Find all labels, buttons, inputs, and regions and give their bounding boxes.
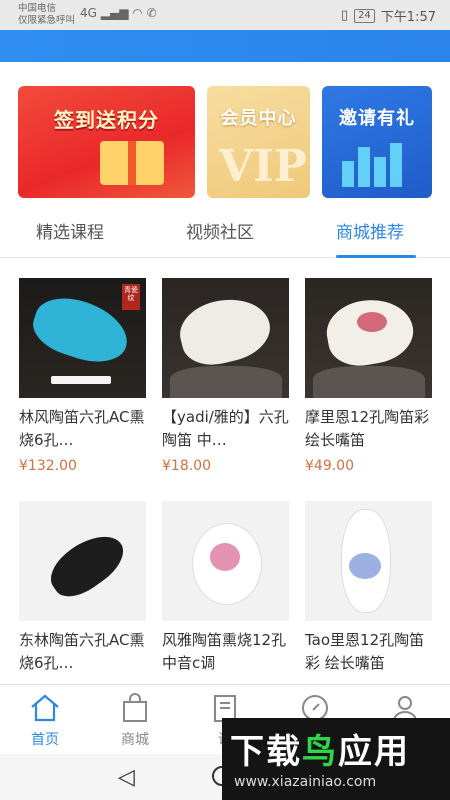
product-name: 【yadi/雅的】六孔 陶笛 中… bbox=[162, 408, 289, 449]
product-card[interactable]: 风雅陶笛熏烧12孔 中音c调 bbox=[162, 501, 289, 675]
product-image bbox=[305, 278, 432, 398]
product-card[interactable]: 东林陶笛六孔AC熏 烧6孔… bbox=[19, 501, 146, 675]
status-right: ▯ 24 下午1:57 bbox=[341, 6, 436, 25]
nav-mall[interactable]: 商城 bbox=[100, 691, 170, 749]
clock: 下午1:57 bbox=[380, 10, 436, 25]
product-name: 风雅陶笛熏烧12孔 中音c调 bbox=[162, 631, 287, 672]
product-name: 林风陶笛六孔AC熏 烧6孔… bbox=[19, 408, 145, 449]
product-image bbox=[162, 501, 289, 621]
banner-member-label: 会员中心 bbox=[220, 108, 297, 129]
home-icon bbox=[28, 691, 62, 725]
product-price: ¥132.00 bbox=[19, 458, 77, 474]
banner-checkin-label: 签到送积分 bbox=[54, 108, 159, 132]
product-name: 摩里恩12孔陶笛彩 绘长嘴笛 bbox=[305, 408, 430, 449]
shopping-bag-icon bbox=[118, 691, 152, 725]
status-bar: 中国电信 仅限紧急呼叫 4G ▂▄▆ ◠ ✆ ▯ 24 下午1:57 bbox=[0, 0, 450, 30]
watermark-logo: 下载鸟应用 www.xiazainiao.com bbox=[222, 718, 450, 800]
back-icon[interactable]: ◁ bbox=[118, 765, 135, 790]
product-name: Tao里恩12孔陶笛彩 绘长嘴笛 bbox=[305, 631, 425, 672]
product-image bbox=[19, 501, 146, 621]
watermark-url: www.xiazainiao.com bbox=[234, 774, 377, 790]
product-image bbox=[162, 278, 289, 398]
tab-video-community[interactable]: 视频社区 bbox=[186, 218, 254, 243]
emergency-text: 仅限紧急呼叫 bbox=[18, 15, 76, 26]
signal-icon: ▂▄▆ bbox=[100, 6, 129, 20]
carrier-info: 中国电信 仅限紧急呼叫 bbox=[18, 3, 75, 27]
battery-icon: 24 bbox=[354, 8, 375, 23]
watermark-title: 下载鸟应用 bbox=[230, 724, 410, 773]
vibrate-icon: ▯ bbox=[340, 8, 349, 23]
product-card[interactable]: 摩里恩12孔陶笛彩 绘长嘴笛 ¥49.00 bbox=[305, 278, 432, 474]
tab-mall-recommend[interactable]: 商城推荐 bbox=[336, 218, 404, 243]
product-card[interactable]: 青瓷纹 林风陶笛六孔AC熏 烧6孔… ¥132.00 bbox=[19, 278, 146, 474]
banner-invite[interactable]: 邀请有礼 bbox=[322, 86, 432, 198]
product-name: 东林陶笛六孔AC熏 烧6孔… bbox=[19, 631, 145, 672]
banner-checkin[interactable]: 签到送积分 bbox=[18, 86, 195, 198]
product-image bbox=[305, 501, 432, 621]
network-type: 4G bbox=[80, 6, 97, 20]
phone-icon: ✆ bbox=[146, 6, 157, 20]
banner-member-center[interactable]: 会员中心 VIP bbox=[207, 86, 310, 198]
active-tab-indicator bbox=[336, 255, 416, 258]
city-illustration-icon bbox=[342, 141, 414, 187]
category-tabs: 精选课程 视频社区 商城推荐 bbox=[0, 210, 450, 258]
nav-mall-label: 商城 bbox=[121, 732, 149, 748]
carrier-name: 中国电信 bbox=[18, 3, 57, 14]
watermark-title-a: 下载 bbox=[230, 732, 302, 772]
gift-box-icon bbox=[100, 141, 164, 185]
product-price: ¥18.00 bbox=[162, 458, 211, 474]
vip-badge: VIP bbox=[219, 141, 307, 192]
product-card[interactable]: Tao里恩12孔陶笛彩 绘长嘴笛 bbox=[305, 501, 432, 675]
signal-icons: 4G ▂▄▆ ◠ ✆ bbox=[80, 6, 157, 20]
banner-row: 签到送积分 会员中心 VIP 邀请有礼 bbox=[18, 86, 432, 198]
nav-home[interactable]: 首页 bbox=[10, 691, 80, 749]
nav-home-label: 首页 bbox=[31, 732, 59, 748]
product-image: 青瓷纹 bbox=[19, 278, 146, 398]
watermark-title-b: 鸟 bbox=[302, 732, 338, 772]
product-tag: 青瓷纹 bbox=[122, 284, 140, 310]
product-price: ¥49.00 bbox=[305, 458, 354, 474]
app-header bbox=[0, 30, 450, 62]
banner-invite-label: 邀请有礼 bbox=[339, 108, 415, 129]
watermark-title-c: 应用 bbox=[338, 732, 410, 772]
product-card[interactable]: 【yadi/雅的】六孔 陶笛 中… ¥18.00 bbox=[162, 278, 289, 474]
tab-featured-courses[interactable]: 精选课程 bbox=[36, 218, 104, 243]
wifi-icon: ◠ bbox=[132, 6, 143, 20]
